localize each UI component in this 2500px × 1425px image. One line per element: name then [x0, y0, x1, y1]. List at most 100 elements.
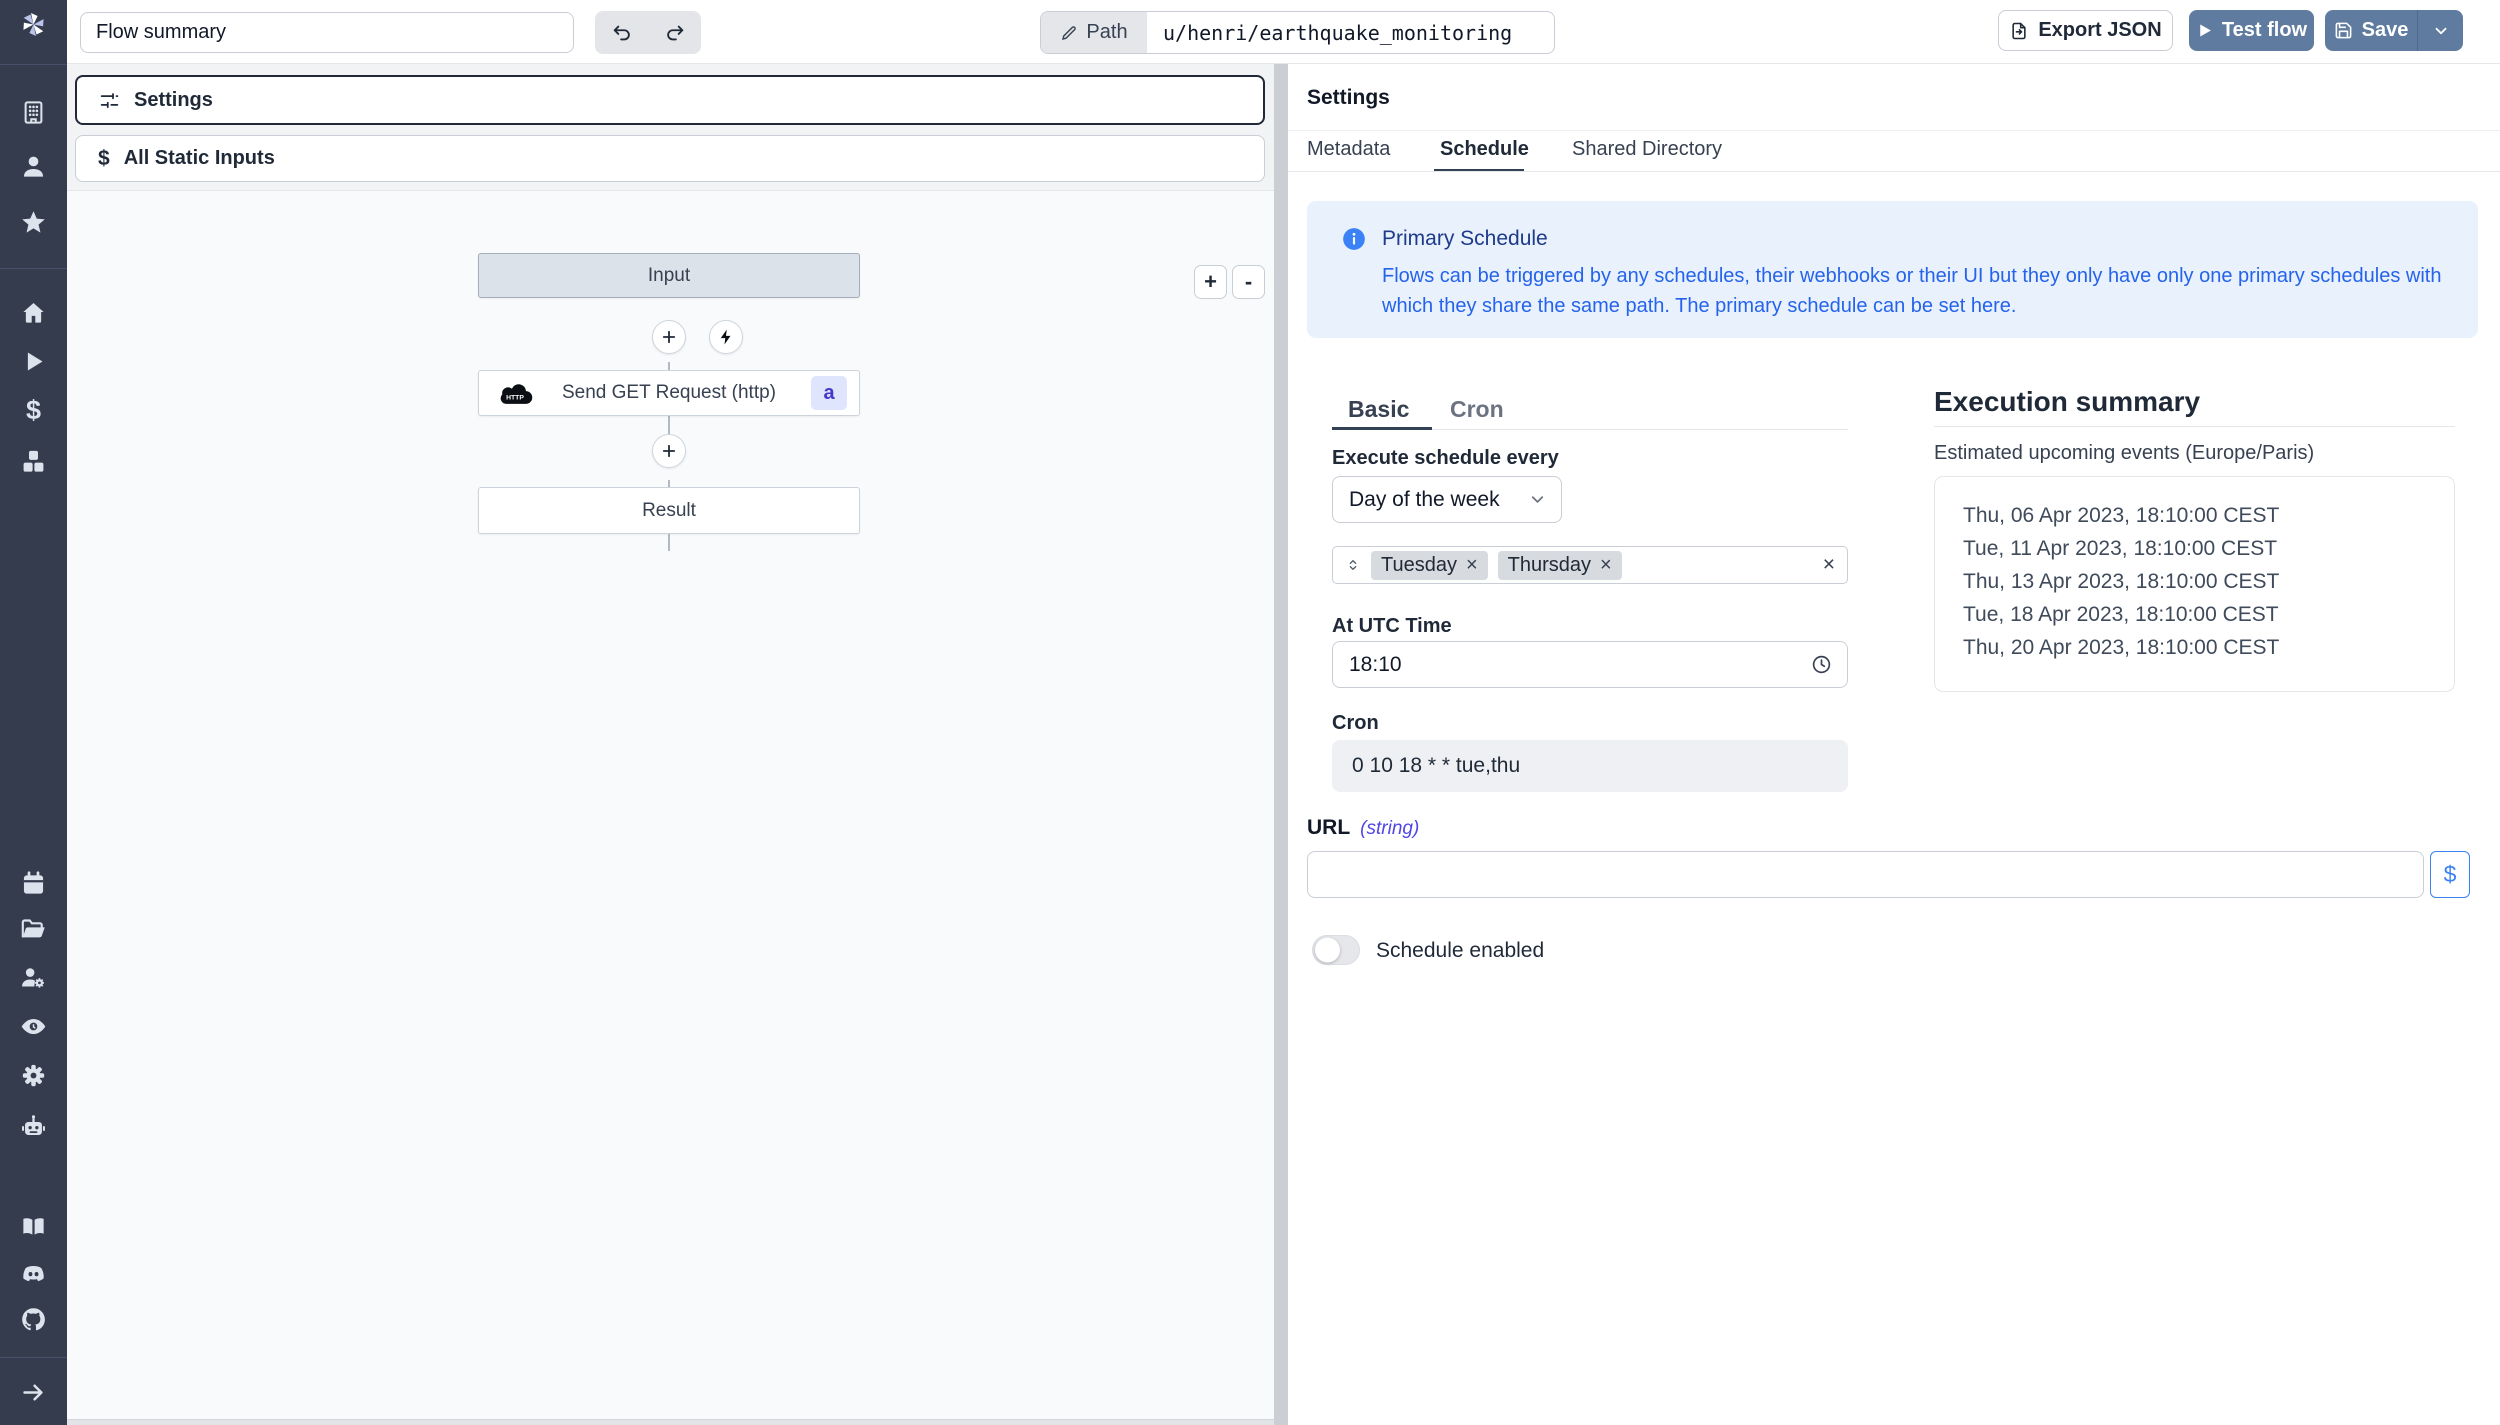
workers-robot-icon[interactable] — [13, 1106, 54, 1147]
lightning-icon — [720, 329, 731, 345]
dollar-icon: $ — [98, 146, 110, 170]
flow-settings-label: Settings — [134, 88, 213, 111]
sidebar-divider — [0, 1357, 67, 1358]
discord-icon[interactable] — [13, 1253, 54, 1294]
event-row: Tue, 18 Apr 2023, 18:10:00 CEST — [1963, 603, 2279, 626]
schedules-calendar-icon[interactable] — [13, 863, 54, 904]
zoom-out-button[interactable]: - — [1232, 265, 1265, 299]
docs-book-icon[interactable] — [13, 1206, 54, 1247]
save-icon — [2335, 22, 2352, 39]
event-row: Thu, 06 Apr 2023, 18:10:00 CEST — [1963, 504, 2280, 527]
minus-glyph: - — [1244, 269, 1253, 294]
url-label: URL — [1307, 816, 1351, 839]
divider — [1288, 130, 2500, 131]
runs-play-icon[interactable] — [13, 341, 54, 382]
event-row: Tue, 11 Apr 2023, 18:10:00 CEST — [1963, 537, 2278, 560]
tab-cron[interactable]: Cron — [1450, 396, 1504, 423]
play-icon — [2200, 24, 2211, 37]
cron-label: Cron — [1332, 712, 1379, 734]
add-trigger-button[interactable] — [709, 320, 743, 354]
undo-redo-group — [595, 11, 701, 54]
workspace-building-icon[interactable] — [13, 92, 54, 133]
http-cloud-icon: HTTP — [500, 384, 533, 404]
resources-boxes-icon[interactable] — [13, 441, 54, 482]
remove-tag-icon[interactable]: × — [1466, 555, 1478, 575]
settings-panel: Settings Metadata Schedule Shared Direct… — [1288, 64, 2500, 1425]
url-type-hint: (string) — [1360, 818, 1420, 839]
day-tag: Tuesday × — [1371, 550, 1488, 580]
redo-button[interactable] — [648, 11, 701, 54]
tab-basic[interactable]: Basic — [1348, 396, 1409, 423]
plus-icon — [662, 330, 676, 344]
collapse-arrow-icon[interactable] — [13, 1372, 54, 1413]
groups-user-cog-icon[interactable] — [13, 957, 54, 998]
event-row: Thu, 13 Apr 2023, 18:10:00 CEST — [1963, 570, 2280, 593]
clock-icon — [1812, 655, 1831, 674]
export-json-label: Export JSON — [2038, 19, 2162, 41]
node-result[interactable]: Result — [478, 487, 860, 534]
settings-gear-icon[interactable] — [13, 1055, 54, 1096]
tab-schedule[interactable]: Schedule — [1440, 138, 1529, 161]
path-label: Path — [1086, 21, 1128, 43]
sidebar-divider — [0, 64, 67, 65]
utc-time-value: 18:10 — [1349, 652, 1402, 676]
flow-editor-panel: Settings $ All Static Inputs + - Input H… — [67, 64, 1274, 1425]
path-value[interactable]: u/henri/earthquake_monitoring — [1147, 12, 1554, 53]
audit-eye-icon[interactable] — [13, 1006, 54, 1047]
flow-summary-input[interactable] — [80, 12, 574, 53]
insert-variable-button[interactable]: $ — [2430, 851, 2470, 898]
remove-tag-icon[interactable]: × — [1600, 555, 1612, 575]
all-static-inputs-button[interactable]: $ All Static Inputs — [75, 135, 1265, 182]
frequency-value: Day of the week — [1349, 487, 1500, 511]
divider — [1934, 426, 2455, 427]
undo-button[interactable] — [595, 11, 648, 54]
zoom-in-button[interactable]: + — [1194, 265, 1227, 299]
tab-metadata[interactable]: Metadata — [1307, 138, 1390, 161]
flow-graph-canvas[interactable]: + - Input HTTP Send GET Request (http) a… — [67, 190, 1274, 1419]
flow-settings-button[interactable]: Settings — [75, 75, 1265, 125]
upcoming-events-box: Thu, 06 Apr 2023, 18:10:00 CEST Tue, 11 … — [1934, 476, 2455, 692]
save-button[interactable]: Save — [2325, 10, 2417, 51]
execution-summary-title: Execution summary — [1934, 386, 2201, 417]
file-export-icon — [2012, 22, 2026, 39]
schedule-enabled-toggle[interactable] — [1312, 935, 1360, 965]
sliders-icon — [100, 92, 119, 108]
day-tag: Thursday × — [1497, 550, 1622, 580]
add-step-button[interactable] — [652, 320, 686, 354]
github-icon[interactable] — [13, 1299, 54, 1340]
variables-dollar-icon[interactable]: $ — [13, 390, 54, 431]
panel-splitter[interactable] — [1274, 64, 1288, 1425]
frequency-select[interactable]: Day of the week — [1332, 476, 1562, 523]
svg-text:HTTP: HTTP — [506, 394, 524, 401]
star-icon[interactable] — [13, 202, 54, 243]
node-input[interactable]: Input — [478, 253, 860, 298]
all-static-inputs-label: All Static Inputs — [123, 147, 275, 169]
user-icon[interactable] — [13, 146, 54, 187]
utc-time-input[interactable]: 18:10 — [1332, 641, 1848, 688]
horizontal-scrollbar[interactable] — [67, 1419, 1274, 1425]
test-flow-button[interactable]: Test flow — [2189, 10, 2314, 51]
save-dropdown-button[interactable] — [2418, 10, 2463, 51]
home-icon[interactable] — [13, 292, 54, 333]
node-step-a[interactable]: HTTP Send GET Request (http) a — [478, 370, 860, 416]
edit-path-button[interactable]: Path — [1041, 12, 1147, 53]
utc-time-label: At UTC Time — [1332, 615, 1452, 637]
cron-expression-value: 0 10 18 * * tue,thu — [1352, 754, 1521, 777]
days-multiselect[interactable]: Tuesday × Thursday × × — [1332, 546, 1848, 584]
top-bar: Path u/henri/earthquake_monitoring Expor… — [67, 0, 2500, 64]
clear-all-icon[interactable]: × — [1823, 553, 1835, 577]
divider — [1288, 171, 2500, 172]
add-step-button[interactable] — [652, 434, 686, 468]
execute-schedule-label: Execute schedule every — [1332, 447, 1559, 469]
url-input[interactable] — [1307, 851, 2424, 898]
info-box-title: Primary Schedule — [1382, 227, 1548, 250]
schedule-enabled-label: Schedule enabled — [1376, 939, 1545, 962]
windmill-logo-icon[interactable] — [13, 4, 54, 45]
step-id-badge: a — [811, 376, 847, 410]
folders-icon[interactable] — [13, 909, 54, 950]
export-json-button[interactable]: Export JSON — [1998, 10, 2173, 51]
tab-shared-directory[interactable]: Shared Directory — [1572, 138, 1722, 161]
active-tab-underline — [1332, 427, 1432, 430]
execution-summary-subtitle: Estimated upcoming events (Europe/Paris) — [1934, 442, 2315, 464]
save-button-group: Save — [2325, 10, 2463, 51]
